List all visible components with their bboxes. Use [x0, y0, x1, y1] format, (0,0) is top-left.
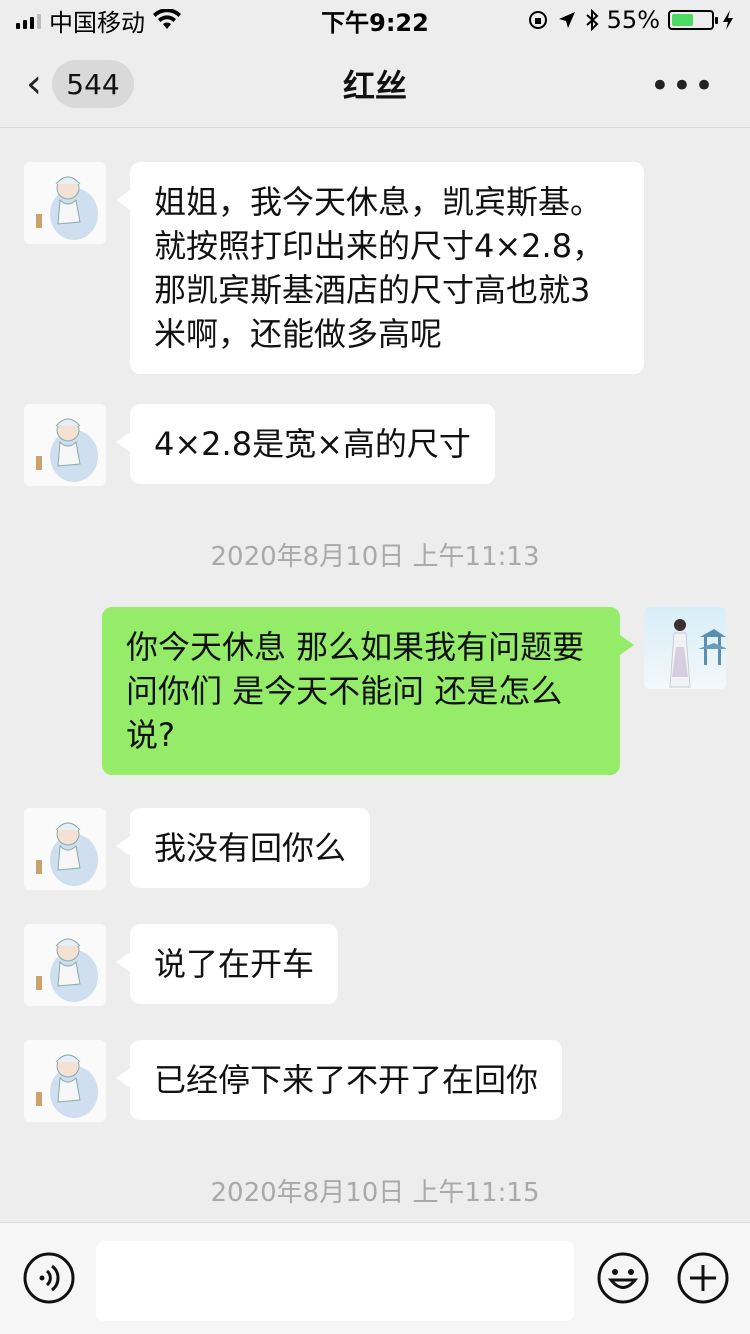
contact-avatar[interactable] — [24, 162, 106, 244]
contact-avatar[interactable] — [24, 924, 106, 1006]
message-bubble-incoming[interactable]: 我没有回你么 — [115, 808, 371, 888]
location-icon — [558, 12, 575, 28]
message-input[interactable] — [96, 1241, 574, 1321]
status-right: 55% — [527, 6, 734, 34]
chat-title: 红丝 — [342, 66, 407, 105]
avatar-illustration — [24, 162, 106, 244]
message-text: 我没有回你么 — [154, 829, 347, 867]
avatar-illustration — [24, 1040, 106, 1122]
chat-screen: 中国移动 下午9:22 55% ‹ 544 红丝 ••• 姐姐，我今天休息，凯宾… — [0, 0, 750, 1334]
contact-avatar[interactable] — [24, 404, 106, 486]
carrier-label: 中国移动 — [49, 8, 145, 37]
emoji-icon[interactable] — [596, 1251, 650, 1305]
chevron-left-icon: ‹ — [26, 61, 42, 107]
unread-count-badge: 544 — [52, 60, 134, 108]
status-left: 中国移动 — [16, 3, 181, 38]
message-bubble-outgoing[interactable]: 你今天休息 那么如果我有问题要问你们 是今天不能问 还是怎么说? — [102, 607, 634, 775]
signal-icon — [16, 11, 41, 29]
message-text: 4×2.8是宽×高的尺寸 — [154, 425, 471, 463]
message-text: 已经停下来了不开了在回你 — [154, 1061, 539, 1099]
battery-percent: 55% — [606, 6, 660, 34]
charging-icon — [723, 10, 733, 30]
plus-icon[interactable] — [676, 1251, 730, 1305]
contact-avatar[interactable] — [24, 808, 106, 890]
message-text: 姐姐，我今天休息，凯宾斯基。就按照打印出来的尺寸4×2.8，那凯宾斯基酒店的尺寸… — [154, 183, 605, 353]
message-bubble-incoming[interactable]: 姐姐，我今天休息，凯宾斯基。就按照打印出来的尺寸4×2.8，那凯宾斯基酒店的尺寸… — [116, 162, 644, 374]
avatar-illustration — [24, 924, 106, 1006]
voice-icon[interactable] — [22, 1251, 76, 1305]
message-bubble-incoming[interactable]: 4×2.8是宽×高的尺寸 — [116, 404, 495, 484]
message-bubble-incoming[interactable]: 已经停下来了不开了在回你 — [115, 1040, 563, 1120]
message-timestamp: 2020年8月10日 上午11:13 — [210, 542, 540, 572]
bluetooth-icon — [585, 9, 599, 31]
status-bar: 中国移动 下午9:22 55% — [0, 0, 750, 40]
wifi-icon — [153, 9, 181, 29]
input-bar — [0, 1222, 750, 1334]
back-button[interactable]: ‹ 544 — [26, 60, 134, 108]
avatar-illustration — [24, 808, 106, 890]
rotation-lock-icon — [528, 11, 547, 29]
chat-header: ‹ 544 红丝 ••• — [0, 40, 750, 128]
battery-icon — [668, 10, 718, 30]
message-bubble-incoming[interactable]: 说了在开车 — [115, 924, 339, 1004]
more-button[interactable]: ••• — [650, 66, 716, 106]
avatar-illustration — [24, 404, 106, 486]
contact-avatar[interactable] — [24, 1040, 106, 1122]
message-text: 你今天休息 那么如果我有问题要问你们 是今天不能问 还是怎么说? — [126, 628, 585, 754]
message-text: 说了在开车 — [154, 945, 315, 983]
message-timestamp: 2020年8月10日 上午11:15 — [210, 1178, 540, 1208]
my-avatar[interactable] — [644, 607, 726, 689]
avatar-photo — [644, 607, 726, 689]
